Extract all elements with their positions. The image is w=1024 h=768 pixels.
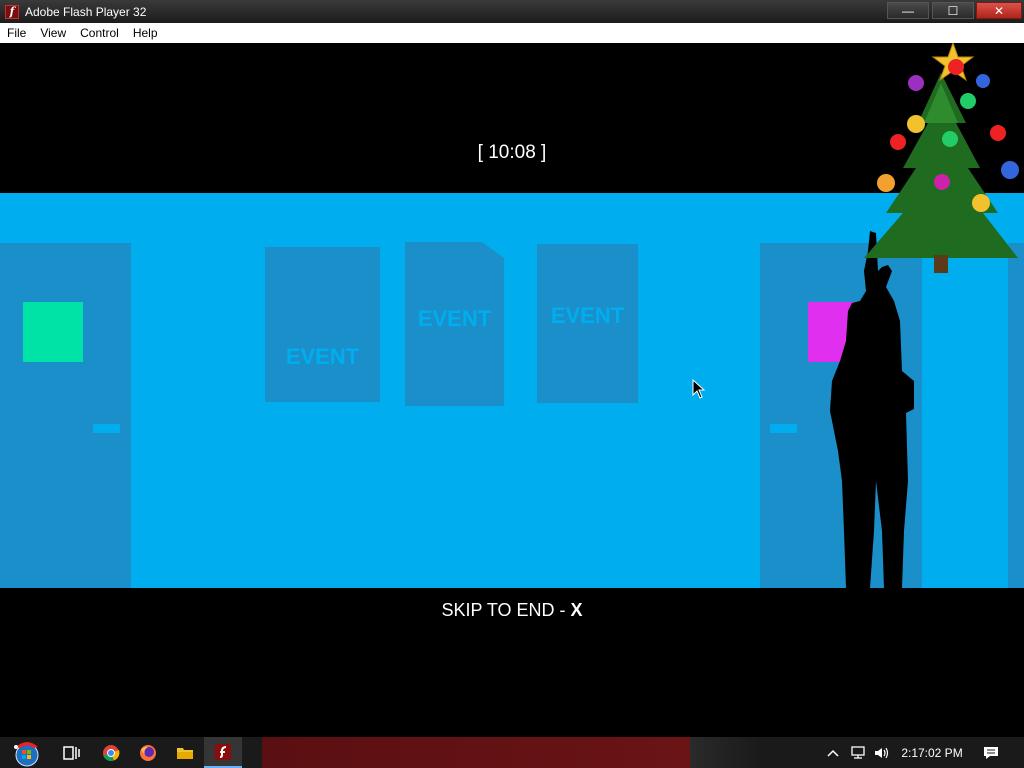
left-door [0, 243, 131, 588]
menu-file[interactable]: File [0, 23, 33, 43]
firefox-taskbar-button[interactable] [129, 737, 167, 768]
event-poster-2: EVENT [405, 242, 504, 406]
network-icon [851, 745, 865, 759]
event-poster-2-label: EVENT [417, 306, 492, 331]
network-tray-button[interactable] [850, 737, 868, 768]
mouse-cursor-icon [692, 379, 706, 399]
soldier-silhouette-icon [830, 231, 914, 588]
skip-to-end-hint: SKIP TO END - X [0, 600, 1024, 621]
flash-player-icon: f [5, 4, 19, 19]
task-view-icon [63, 745, 80, 760]
task-view-button[interactable] [53, 737, 91, 768]
skip-text: SKIP TO END - [441, 600, 571, 620]
firefox-icon [140, 744, 156, 761]
left-door-window [23, 302, 83, 362]
show-hidden-icons-button[interactable] [826, 737, 840, 768]
far-right-door [1008, 243, 1024, 588]
action-center-button[interactable] [982, 737, 1000, 768]
skip-key: X [570, 600, 583, 620]
file-explorer-icon [177, 747, 193, 759]
minimize-button[interactable]: — [887, 2, 929, 19]
christmas-tree-icon [864, 43, 1019, 273]
left-door-handle [93, 424, 120, 433]
taskbar: 2:17:02 PM [0, 737, 1024, 768]
event-poster-3: EVENT [537, 244, 638, 403]
menu-help[interactable]: Help [126, 23, 165, 43]
maximize-button[interactable]: ☐ [932, 2, 974, 19]
window-title: Adobe Flash Player 32 [25, 4, 147, 19]
volume-tray-button[interactable] [873, 737, 891, 768]
event-poster-1-label: EVENT [285, 344, 360, 369]
menu-bar: File View Control Help [0, 23, 1024, 43]
start-orb-icon [14, 741, 39, 766]
speaker-icon [875, 747, 889, 758]
chrome-icon [103, 744, 120, 761]
taskbar-clock[interactable]: 2:17:02 PM [898, 737, 966, 768]
right-door-handle [770, 424, 797, 433]
file-explorer-taskbar-button[interactable] [166, 737, 204, 768]
flash-stage[interactable]: [ 10:08 ] EVENT EVENT EVENT SKIP TO END … [0, 43, 1024, 737]
menu-control[interactable]: Control [73, 23, 126, 43]
notification-icon [984, 746, 998, 759]
event-poster-3-label: EVENT [550, 303, 625, 328]
menu-view[interactable]: View [33, 23, 73, 43]
start-button[interactable] [5, 737, 49, 768]
flash-player-icon [215, 743, 231, 760]
chevron-up-icon [827, 749, 839, 757]
chrome-taskbar-button[interactable] [92, 737, 130, 768]
flash-player-taskbar-button[interactable] [204, 737, 242, 768]
title-bar: f Adobe Flash Player 32 — ☐ ✕ [0, 0, 1024, 23]
event-poster-1: EVENT [265, 247, 380, 402]
close-button[interactable]: ✕ [976, 2, 1022, 19]
